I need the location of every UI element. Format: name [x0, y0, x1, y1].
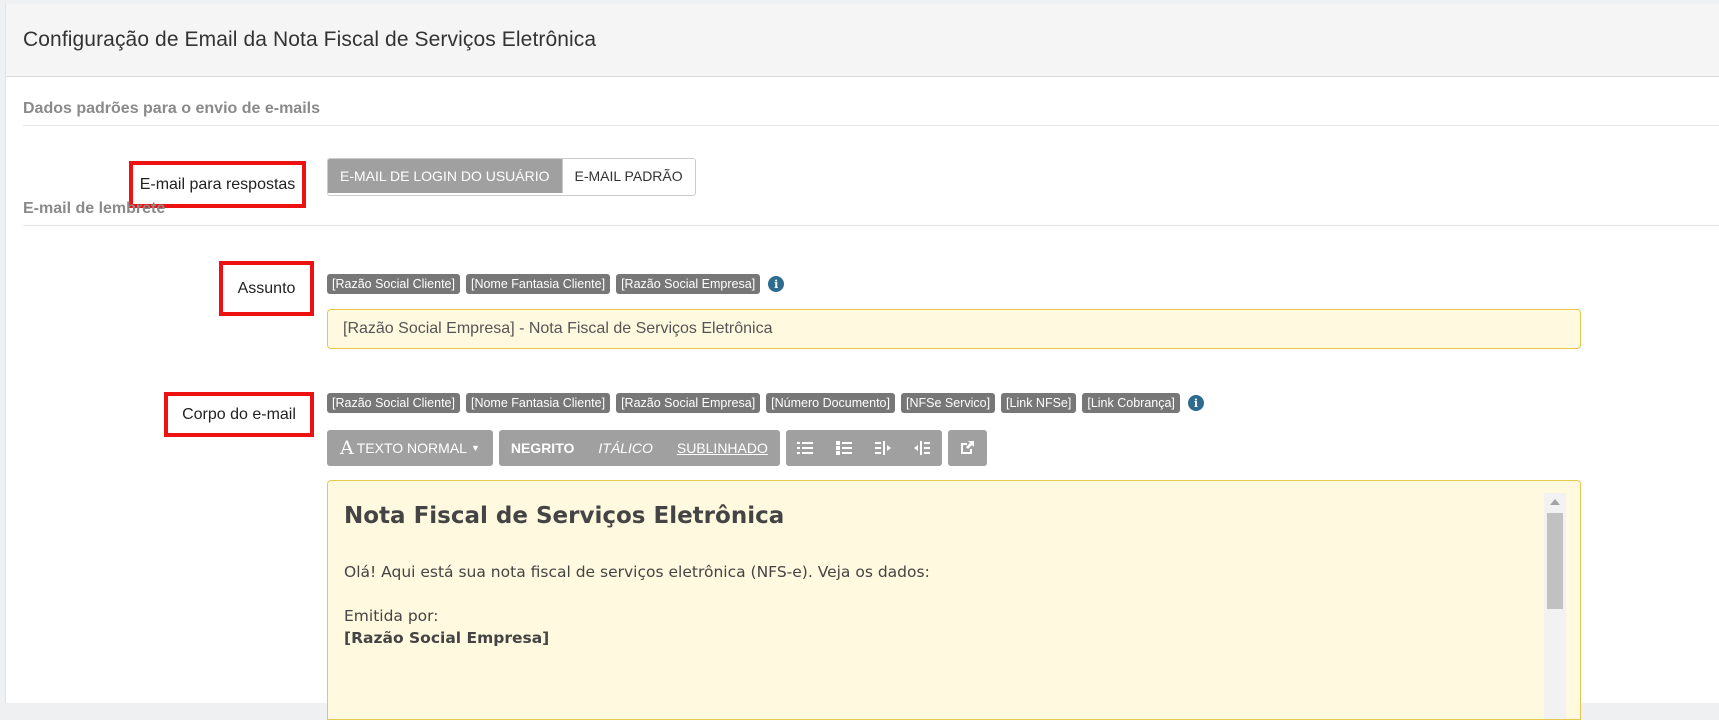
- scroll-up-icon[interactable]: [1544, 493, 1566, 511]
- subject-tag[interactable]: [Razão Social Cliente]: [327, 274, 460, 294]
- italic-button[interactable]: Itálico: [586, 430, 664, 466]
- subject-label: Assunto: [219, 261, 314, 316]
- reply-email-option-login[interactable]: E-mail de login do usuário: [328, 159, 562, 193]
- body-label-text: Corpo do e-mail: [182, 405, 296, 423]
- body-tag[interactable]: [Nome Fantasia Cliente]: [465, 393, 611, 413]
- caret-down-icon: ▼: [470, 443, 480, 453]
- body-tag[interactable]: [Razão Social Empresa]: [616, 393, 761, 413]
- config-panel: Configuração de Email da Nota Fiscal de …: [5, 4, 1719, 720]
- scroll-thumb[interactable]: [1547, 513, 1563, 609]
- indent-icon[interactable]: [903, 430, 942, 466]
- panel-header: Configuração de Email da Nota Fiscal de …: [6, 4, 1719, 77]
- link-group: [947, 430, 987, 466]
- font-style-label: Texto normal: [356, 440, 467, 456]
- body-label: Corpo do e-mail: [164, 392, 314, 437]
- outdent-icon[interactable]: [864, 430, 903, 466]
- section-title-reminder: E-mail de lembrete: [23, 200, 166, 217]
- subject-input[interactable]: [Razão Social Empresa] - Nota Fiscal de …: [327, 309, 1581, 349]
- reply-email-label-text: E-mail para respostas: [139, 175, 296, 193]
- info-icon[interactable]: i: [1187, 395, 1204, 411]
- reply-email-toggle: E-mail de login do usuário E-mail padrão: [327, 158, 696, 196]
- reply-email-option-default[interactable]: E-mail padrão: [561, 159, 695, 193]
- editor-toolbar: A Texto normal ▼ Negrito Itálico Sublinh…: [327, 430, 987, 466]
- body-tag[interactable]: [Razão Social Cliente]: [327, 393, 460, 413]
- list-ordered-icon[interactable]: [825, 430, 864, 466]
- subject-tag[interactable]: [Nome Fantasia Cliente]: [465, 274, 611, 294]
- body-tag-row: [Razão Social Cliente] [Nome Fantasia Cl…: [327, 393, 1204, 413]
- list-group: [785, 430, 942, 466]
- underline-button[interactable]: Sublinhado: [665, 430, 780, 466]
- editor-content: Nota Fiscal de Serviços Eletrônica Olá! …: [344, 503, 1544, 647]
- section-divider: [23, 225, 1719, 226]
- font-style-icon: A: [340, 437, 354, 459]
- font-style-dropdown[interactable]: A Texto normal ▼: [327, 430, 493, 466]
- share-link-icon[interactable]: [948, 430, 987, 466]
- subject-label-text: Assunto: [237, 279, 296, 297]
- editor-issued-by-label: Emitida por:: [344, 607, 439, 625]
- list-unordered-icon[interactable]: [786, 430, 825, 466]
- section-title-defaults: Dados padrões para o envio de e-mails: [23, 100, 320, 117]
- info-icon[interactable]: i: [768, 276, 785, 292]
- editor-scrollbar[interactable]: [1544, 493, 1566, 719]
- body-tag[interactable]: [Link NFSe]: [1001, 393, 1077, 413]
- section-divider: [23, 125, 1719, 126]
- subject-tag[interactable]: [Razão Social Empresa]: [616, 274, 761, 294]
- format-group: Negrito Itálico Sublinhado: [498, 430, 780, 466]
- editor-heading: Nota Fiscal de Serviços Eletrônica: [344, 503, 785, 529]
- editor-intro: Olá! Aqui está sua nota fiscal de serviç…: [344, 563, 930, 581]
- body-tag[interactable]: [NFSe Servico]: [900, 393, 996, 413]
- bold-button[interactable]: Negrito: [499, 430, 587, 466]
- body-tag[interactable]: [Link Cobrança]: [1082, 393, 1180, 413]
- body-editor[interactable]: Nota Fiscal de Serviços Eletrônica Olá! …: [327, 480, 1581, 720]
- body-tag[interactable]: [Número Documento]: [766, 393, 895, 413]
- editor-issued-by-value: [Razão Social Empresa]: [344, 629, 550, 647]
- font-style-group: A Texto normal ▼: [327, 430, 493, 466]
- subject-tag-row: [Razão Social Cliente] [Nome Fantasia Cl…: [327, 274, 785, 294]
- page-title: Configuração de Email da Nota Fiscal de …: [23, 28, 597, 51]
